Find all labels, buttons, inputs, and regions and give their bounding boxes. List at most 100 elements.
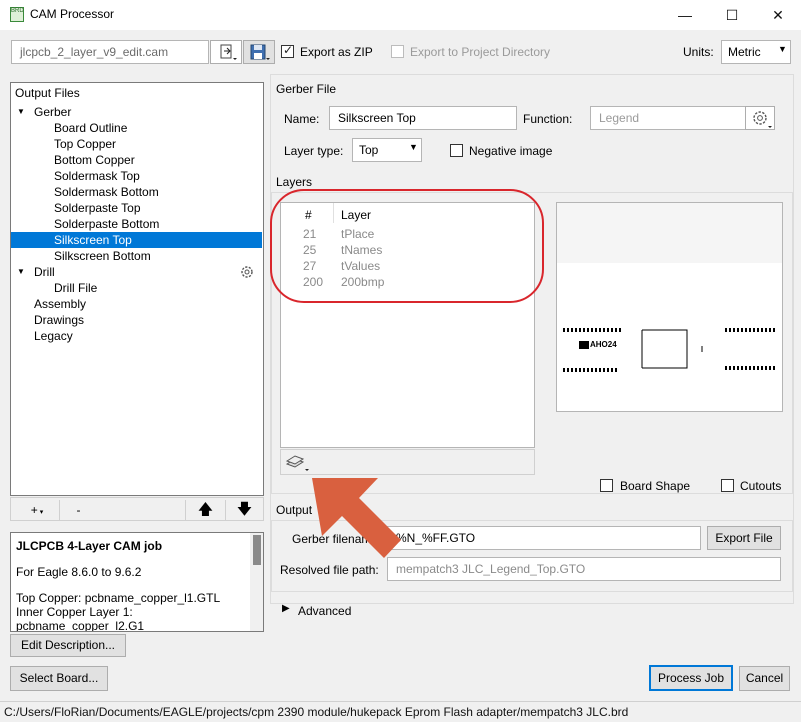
tree-item-label: Silkscreen Bottom [54, 249, 151, 263]
layer-type-value: Top [359, 143, 379, 157]
tree-item[interactable]: Drill File [11, 280, 262, 296]
export-project-dir-label: Export to Project Directory [410, 45, 551, 59]
maximize-button[interactable]: ☐ [709, 0, 755, 30]
close-button[interactable]: ✕ [755, 0, 801, 30]
description-line: Inner Copper Layer 1: [16, 605, 133, 619]
chevron-down-icon: ▼ [409, 142, 418, 152]
add-output-button[interactable]: + ▾ [17, 500, 57, 520]
tree-item[interactable]: Assembly [11, 296, 262, 312]
layers-heading: Layers [276, 175, 313, 189]
tree-item[interactable]: Bottom Copper [11, 152, 262, 168]
board-shape-checkbox[interactable] [600, 479, 613, 492]
app-icon: BRD [10, 7, 24, 22]
tree-item[interactable]: Silkscreen Top [11, 232, 262, 248]
tree-item-label: Bottom Copper [54, 153, 135, 167]
open-file-icon [220, 44, 237, 60]
minimize-button[interactable]: — [662, 0, 708, 30]
select-board-button[interactable]: Select Board... [10, 666, 108, 691]
tree-item-label: Solderpaste Top [54, 201, 141, 215]
function-settings-button[interactable] [745, 106, 775, 130]
highlight-circle [270, 189, 544, 303]
export-project-dir-checkbox[interactable] [391, 45, 404, 58]
layers-menu-button[interactable] [283, 452, 311, 474]
edit-description-button[interactable]: Edit Description... [10, 634, 126, 657]
units-label: Units: [683, 45, 714, 59]
tree-item[interactable]: Soldermask Top [11, 168, 262, 184]
tree-item-label: Drill File [54, 281, 98, 295]
move-down-icon[interactable]: 🡇 [225, 500, 263, 520]
expand-arrow-icon[interactable]: ▼ [17, 264, 25, 280]
function-label: Function: [523, 112, 573, 126]
layers-icon [285, 455, 309, 471]
tree-item[interactable]: Top Copper [11, 136, 262, 152]
export-zip-label: Export as ZIP [300, 45, 373, 59]
tree-item-label: Gerber [34, 105, 72, 119]
board-shape-label: Board Shape [620, 479, 691, 493]
layer-preview: AHO24 [556, 202, 783, 412]
output-files-tree[interactable]: Output Files ▼ Gerber Board Outline Top Cop… [10, 82, 264, 496]
tree-item[interactable]: ▼ Gerber [11, 104, 262, 120]
move-up-icon[interactable]: 🡅 [185, 500, 225, 520]
tree-item-label: Soldermask Top [54, 169, 140, 183]
name-label: Name: [284, 112, 320, 126]
gear-icon[interactable] [239, 264, 255, 280]
tree-item[interactable]: Legacy [11, 328, 262, 344]
cutouts-label: Cutouts [740, 479, 782, 493]
description-title: JLCPCB 4-Layer CAM job [16, 539, 163, 553]
process-job-button[interactable]: Process Job [649, 665, 733, 691]
tree-item-label: Drawings [34, 313, 85, 327]
tree-item-label: Legacy [34, 329, 73, 343]
cutouts-checkbox[interactable] [721, 479, 734, 492]
name-input[interactable]: Silkscreen Top [329, 106, 517, 130]
tree-item[interactable]: Drawings [11, 312, 262, 328]
load-job-button[interactable] [210, 40, 242, 64]
tree-item[interactable]: Solderpaste Bottom [11, 216, 262, 232]
resolved-path-input: mempatch3 JLC_Legend_Top.GTO [387, 557, 781, 581]
tree-item-label: Drill [34, 265, 55, 279]
negative-image-checkbox[interactable] [450, 144, 463, 157]
layer-type-label: Layer type: [284, 144, 344, 158]
function-input[interactable]: Legend [590, 106, 746, 130]
export-file-button[interactable]: Export File [707, 526, 781, 550]
gear-icon [753, 111, 772, 128]
save-job-button[interactable] [243, 40, 275, 64]
description-line: For Eagle 8.6.0 to 9.6.2 [16, 565, 142, 579]
tree-item-label: Top Copper [54, 137, 117, 151]
units-value: Metric [728, 45, 761, 59]
tree-item[interactable]: Board Outline [11, 120, 262, 136]
cancel-button[interactable]: Cancel [739, 666, 790, 691]
preview-label: AHO24 [590, 340, 617, 349]
description-line: Top Copper: pcbname_copper_l1.GTL [16, 591, 221, 605]
tree-item[interactable]: Soldermask Bottom [11, 184, 262, 200]
remove-output-button[interactable]: - [59, 500, 97, 520]
units-select[interactable]: Metric ▼ [721, 40, 791, 64]
status-bar: C:/Users/FloRian/Documents/EAGLE/project… [0, 701, 801, 721]
tree-item-label: Board Outline [54, 121, 128, 135]
gerber-filename-input[interactable]: %N_%FF.GTO [387, 526, 701, 550]
scrollbar-thumb[interactable] [253, 535, 261, 565]
advanced-toggle[interactable]: Advanced [298, 604, 351, 618]
tree-toolbar: + ▾ - 🡅 🡇 [10, 497, 264, 521]
tree-item[interactable]: Solderpaste Top [11, 200, 262, 216]
expand-arrow-icon[interactable]: ▶ [282, 603, 290, 614]
tree-item[interactable]: Silkscreen Bottom [11, 248, 262, 264]
tree-item-label: Assembly [34, 297, 87, 311]
save-icon [250, 44, 270, 60]
resolved-path-label: Resolved file path: [280, 563, 379, 577]
description-box[interactable]: JLCPCB 4-Layer CAM job For Eagle 8.6.0 t… [10, 532, 264, 632]
tree-item-label: Solderpaste Bottom [54, 217, 160, 231]
tree-item[interactable]: ▼ Drill [11, 264, 262, 280]
negative-image-label: Negative image [469, 144, 553, 158]
tree-item-label: Silkscreen Top [54, 233, 132, 247]
job-file-combo[interactable]: jlcpcb_2_layer_v9_edit.cam [11, 40, 209, 64]
window-title: CAM Processor [30, 7, 115, 21]
job-file-name: jlcpcb_2_layer_v9_edit.cam [20, 45, 169, 59]
chevron-down-icon: ▼ [778, 44, 787, 54]
description-scrollbar[interactable] [250, 533, 263, 631]
layer-type-select[interactable]: Top ▼ [352, 138, 422, 162]
export-zip-checkbox[interactable] [281, 43, 294, 58]
annotation-arrow [312, 478, 401, 558]
description-line: pcbname_copper_l2.G1 [16, 619, 145, 632]
expand-arrow-icon[interactable]: ▼ [17, 104, 25, 120]
output-files-header: Output Files [15, 86, 80, 100]
